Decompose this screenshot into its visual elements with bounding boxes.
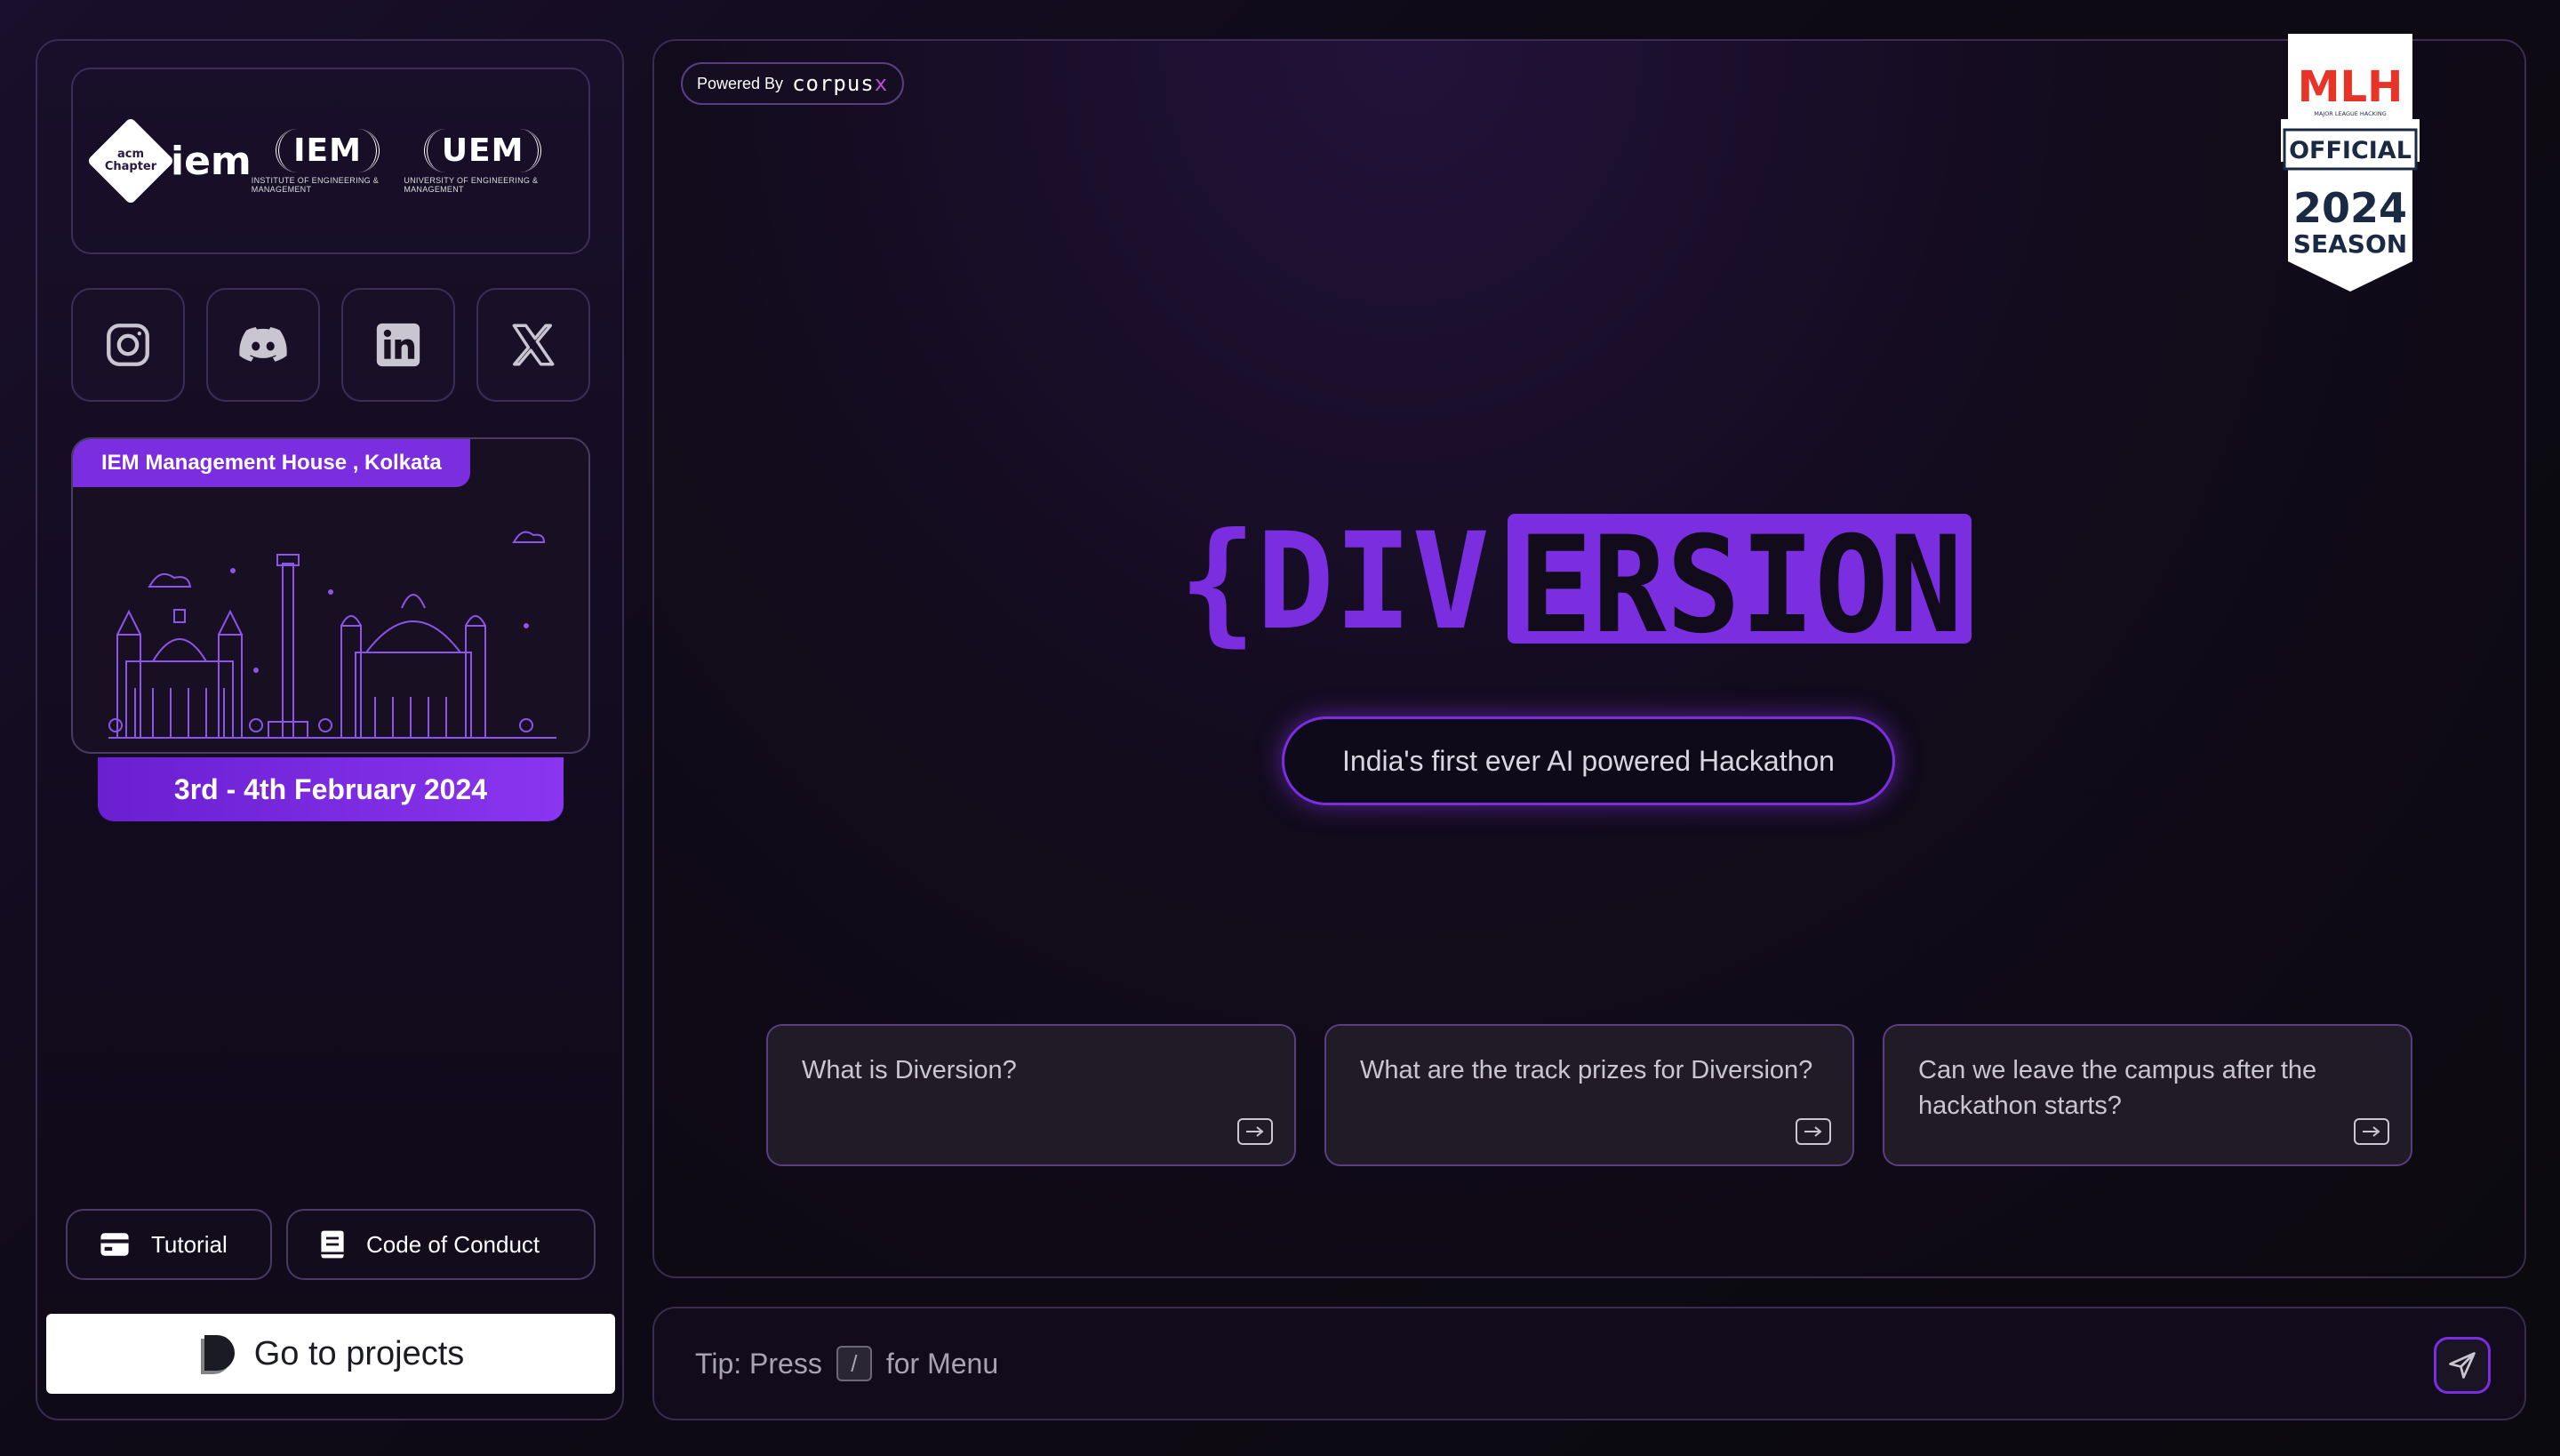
diversion-title: {DIV ERSION [1179,505,2014,663]
slash-key: / [836,1346,872,1381]
svg-text:OFFICIAL: OFFICIAL [2289,137,2412,164]
suggestion-cards: What is Diversion? What are the track pr… [766,1024,2412,1166]
linkedin-icon [376,323,420,367]
app-frame: acm Chapter iem IEM INSTITUTE OF ENGINEE… [0,0,2560,1456]
svg-text:{DIV: {DIV [1179,512,1490,660]
send-icon [2449,1352,2476,1379]
suggestion-card[interactable]: What are the track prizes for Diversion? [1324,1024,1854,1166]
sponsor-logos-card: acm Chapter iem IEM INSTITUTE OF ENGINEE… [71,68,590,254]
tip-prefix: Tip: Press [695,1347,822,1380]
prompt-bar[interactable]: Tip: Press / for Menu [652,1307,2526,1420]
sidebar-actions: Tutorial Code of Conduct [66,1209,596,1280]
discord-link[interactable] [206,288,320,402]
venue-card: IEM Management House , Kolkata [71,437,590,754]
devfolio-icon [200,1335,235,1374]
social-links [71,288,590,402]
arrow-right-icon [2354,1118,2389,1145]
card-icon [100,1233,129,1256]
tip-suffix: for Menu [885,1347,999,1380]
venue-label: IEM Management House , Kolkata [73,439,470,487]
x-link[interactable] [476,288,590,402]
main-panel: Powered By corpusx MLH MAJOR LEAGUE HACK… [652,34,2526,1278]
arrow-right-icon [1237,1118,1273,1145]
suggestion-card[interactable]: Can we leave the campus after the hackat… [1883,1024,2412,1166]
linkedin-link[interactable] [341,288,455,402]
sidebar: acm Chapter iem IEM INSTITUTE OF ENGINEE… [36,39,624,1420]
event-date: 3rd - 4th February 2024 [98,757,564,821]
corpusx-logo: corpusx [792,71,889,96]
go-to-projects-button[interactable]: Go to projects [46,1314,615,1394]
suggestion-card[interactable]: What is Diversion? [766,1024,1296,1166]
svg-text:2024: 2024 [2293,184,2407,232]
discord-icon [239,327,287,362]
instagram-link[interactable] [71,288,185,402]
kolkata-skyline-illustration [108,531,556,739]
instagram-icon [107,324,149,366]
tutorial-button[interactable]: Tutorial [66,1209,272,1280]
mlh-official-badge[interactable]: MLH MAJOR LEAGUE HACKING OFFICIAL 2024 S… [2281,34,2420,292]
iem-logo: IEM INSTITUTE OF ENGINEERING & MANAGEMEN… [252,128,404,194]
svg-text:MAJOR LEAGUE HACKING: MAJOR LEAGUE HACKING [2314,110,2387,117]
arrow-right-icon [1796,1118,1831,1145]
book-icon [321,1230,344,1259]
tagline-pill: India's first ever AI powered Hackathon [1282,716,1895,805]
send-button[interactable] [2434,1337,2491,1394]
code-of-conduct-button[interactable]: Code of Conduct [286,1209,596,1280]
powered-by-badge[interactable]: Powered By corpusx [681,62,905,105]
mlh-logo-text: MLH [2298,62,2404,112]
uem-logo: UEM UNIVERSITY OF ENGINEERING & MANAGEME… [404,128,562,194]
diversion-wordmark: {DIV ERSION [1179,505,1972,663]
x-icon [512,324,555,366]
svg-text:ERSION: ERSION [1518,512,1963,663]
acm-iem-logo: acm Chapter iem [86,116,252,205]
svg-text:SEASON: SEASON [2293,229,2407,259]
